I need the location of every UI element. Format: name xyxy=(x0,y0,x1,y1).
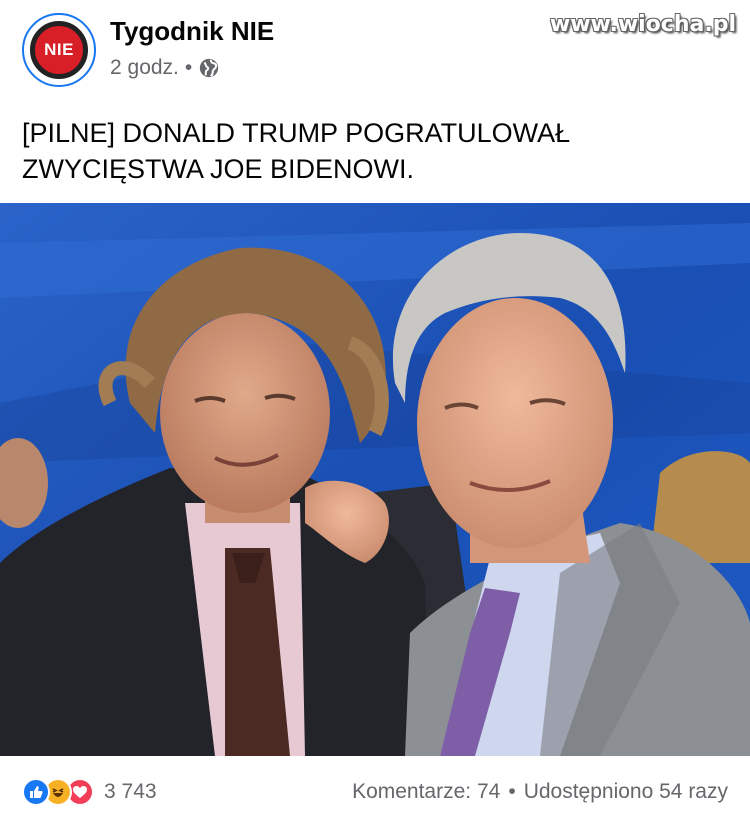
reaction-count: 3 743 xyxy=(104,780,157,803)
comments-count-link[interactable]: Komentarze: 74 xyxy=(352,780,500,804)
engagement-stats: Komentarze: 74 • Udostępniono 54 razy xyxy=(352,780,728,804)
watermark-text: www.wiocha.pl xyxy=(549,12,736,37)
like-icon xyxy=(22,778,50,806)
page-name-link[interactable]: Tygodnik NIE xyxy=(110,16,274,47)
stats-separator: • xyxy=(508,780,516,803)
reactions-summary[interactable]: 3 743 xyxy=(22,778,157,806)
post-timestamp[interactable]: 2 godz. xyxy=(110,56,179,80)
post-photo[interactable] xyxy=(0,203,750,756)
facebook-post: NIE Tygodnik NIE 2 godz. • www.wiocha.pl… xyxy=(0,0,750,828)
stop-sign-logo: NIE xyxy=(30,21,88,79)
globe-icon xyxy=(200,58,219,78)
photo-illustration xyxy=(0,203,750,756)
shares-count-link[interactable]: Udostępniono 54 razy xyxy=(524,780,728,804)
post-text: [PILNE] DONALD TRUMP POGRATULOWAŁ ZWYCIĘ… xyxy=(22,118,571,184)
avatar-text: NIE xyxy=(44,40,74,59)
post-footer: 3 743 Komentarze: 74 • Udostępniono 54 r… xyxy=(0,756,750,828)
meta-separator: • xyxy=(184,56,193,79)
post-meta: 2 godz. • xyxy=(110,56,220,80)
page-avatar[interactable]: NIE xyxy=(22,13,96,87)
